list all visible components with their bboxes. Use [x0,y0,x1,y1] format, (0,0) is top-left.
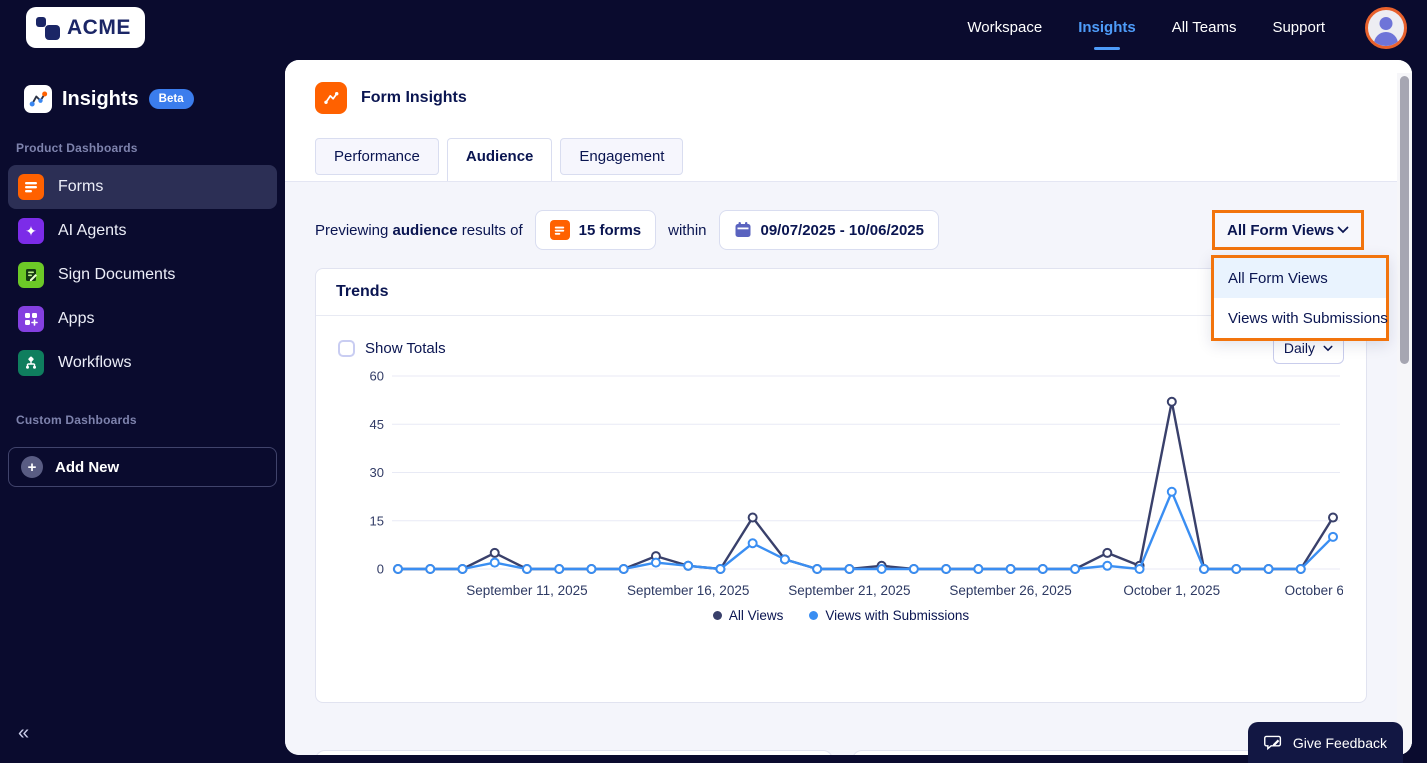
trends-card-title: Trends [316,269,1366,316]
sign-documents-icon [18,262,44,288]
tab-audience[interactable]: Audience [446,138,553,181]
user-avatar[interactable] [1365,6,1407,49]
page-title: Form Insights [361,89,467,106]
svg-text:October 1, 2025: October 1, 2025 [1123,583,1220,598]
avatar-person-icon [1379,16,1393,30]
give-feedback-label: Give Feedback [1292,734,1387,751]
svg-text:September 16, 2025: September 16, 2025 [627,583,749,598]
forms-icon [18,174,44,200]
forms-count-label: 15 forms [578,221,642,239]
svg-text:45: 45 [370,417,384,432]
nav-all-teams[interactable]: All Teams [1172,13,1237,42]
sidebar-item-label: Apps [58,310,95,327]
sidebar-item-label: AI Agents [58,222,127,239]
sidebar-collapse-button[interactable]: « [18,722,29,745]
show-totals-label: Show Totals [365,339,446,357]
trends-line-chart: 0 15 30 45 60 September 11, 2025 September 16,… [370,369,1343,599]
sidebar-title: Insights [62,87,139,110]
forms-count-button[interactable]: 15 forms [534,210,657,250]
filter-row: Previewing audience results of 15 forms … [315,210,939,250]
section-product-dashboards: Product Dashboards [16,141,138,155]
main-panel: Form Insights Performance Audience Engag… [285,60,1412,755]
within-label: within [668,221,707,239]
ai-agents-icon: ✦ [18,218,44,244]
views-filter-select[interactable]: All Form Views [1212,210,1364,250]
tab-performance[interactable]: Performance [315,138,439,175]
sidebar-item-label: Sign Documents [58,266,176,283]
legend-dot [809,611,819,620]
section-custom-dashboards: Custom Dashboards [16,413,137,427]
svg-text:0: 0 [377,562,384,577]
form-icon [549,220,570,240]
chevron-down-icon [1337,226,1349,234]
sidebar-item-label: Forms [58,178,104,195]
svg-text:30: 30 [370,465,384,480]
legend-dot [712,611,722,620]
trends-card: Trends Show Totals Daily 0 15 30 45 60 Septem… [315,268,1367,703]
sidebar-item-forms[interactable]: Forms [8,165,277,209]
sidebar-item-ai-agents[interactable]: ✦ AI Agents [8,209,277,253]
scrollbar-thumb[interactable] [1400,76,1409,364]
form-insights-icon [315,82,347,114]
main-body: Previewing audience results of 15 forms … [285,73,1412,755]
svg-text:September 26, 2025: September 26, 2025 [949,583,1071,598]
brand-name: ACME [67,15,131,39]
date-range-label: 09/07/2025 - 10/06/2025 [760,221,924,239]
device-types-card: Device Types [315,750,833,755]
views-filter-menu: All Form Views Views with Submissions [1211,255,1389,341]
svg-text:60: 60 [370,369,384,384]
chart-legend: All Views Views with Submissions [338,608,1344,623]
nav-support[interactable]: Support [1272,13,1325,42]
sidebar: Insights Beta Product Dashboards Forms ✦… [0,55,285,763]
nav-insights[interactable]: Insights [1078,13,1136,42]
calendar-icon [734,221,752,239]
svg-text:October 6, 2025: October 6, 2025 [1285,583,1343,598]
show-totals-checkbox[interactable] [338,339,355,357]
tab-engagement[interactable]: Engagement [560,138,684,175]
beta-badge: Beta [148,89,194,109]
chevron-down-icon [1323,345,1333,351]
sidebar-item-workflows[interactable]: Workflows [8,341,277,385]
legend-entry: Views with Submissions [809,608,969,623]
filter-text: Previewing audience results of [315,221,523,239]
acme-logo[interactable]: ACME [26,7,145,48]
add-new-button[interactable]: + Add New [8,447,277,487]
date-range-button[interactable]: 09/07/2025 - 10/06/2025 [718,210,939,250]
menu-option-views-with-submissions[interactable]: Views with Submissions [1214,298,1388,338]
top-bar: ACME Workspace Insights All Teams Suppor… [0,0,1427,55]
apps-icon [18,306,44,332]
sidebar-item-apps[interactable]: Apps [8,297,277,341]
plus-icon: + [21,456,43,478]
acme-logo-icon [36,16,60,40]
svg-text:September 11, 2025: September 11, 2025 [466,583,587,598]
top-navigation: Workspace Insights All Teams Support [967,6,1407,49]
svg-text:15: 15 [370,513,384,528]
insights-logo-icon [24,85,52,113]
nav-workspace[interactable]: Workspace [967,13,1042,42]
add-new-label: Add New [55,458,120,476]
legend-entry: All Views [712,608,783,623]
svg-text:September 21, 2025: September 21, 2025 [788,583,910,598]
views-filter-value: All Form Views [1227,221,1335,239]
sidebar-item-label: Workflows [58,354,132,371]
give-feedback-button[interactable]: Give Feedback [1247,722,1403,763]
interval-value: Daily [1283,340,1315,356]
show-totals-control[interactable]: Show Totals [338,339,446,357]
workflows-icon [18,350,44,376]
sidebar-item-sign-documents[interactable]: Sign Documents [8,253,277,297]
menu-option-all-form-views[interactable]: All Form Views [1214,258,1386,298]
feedback-bubble-icon [1263,735,1281,750]
main-header: Form Insights Performance Audience Engag… [285,60,1412,182]
tab-bar: Performance Audience Engagement [285,138,1412,182]
scrollbar-track[interactable] [1397,73,1412,755]
